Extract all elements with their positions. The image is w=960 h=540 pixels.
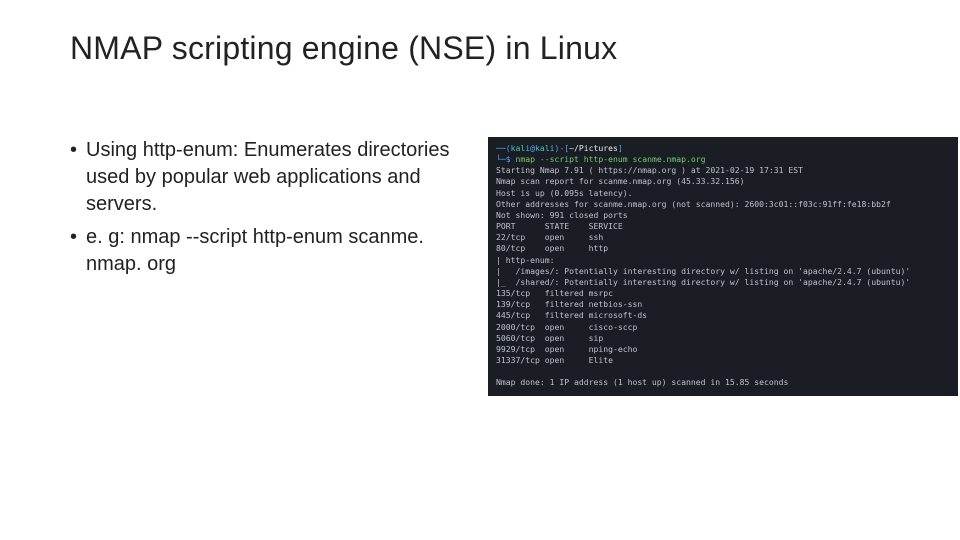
bullet-item: • Using http-enum: Enumerates directorie…	[70, 137, 470, 218]
slide: NMAP scripting engine (NSE) in Linux • U…	[0, 0, 960, 540]
bullet-text: e. g: nmap --script http-enum scanme. nm…	[86, 224, 470, 278]
bullet-list: • Using http-enum: Enumerates directorie…	[70, 137, 470, 284]
slide-title: NMAP scripting engine (NSE) in Linux	[70, 30, 900, 67]
bullet-dot: •	[70, 224, 86, 278]
terminal-output: ──(kali@kali)-[~/Pictures] └─$ nmap --sc…	[488, 137, 958, 396]
slide-body: • Using http-enum: Enumerates directorie…	[70, 137, 900, 396]
bullet-dot: •	[70, 137, 86, 218]
bullet-text: Using http-enum: Enumerates directories …	[86, 137, 470, 218]
bullet-item: • e. g: nmap --script http-enum scanme. …	[70, 224, 470, 278]
terminal-wrap: ──(kali@kali)-[~/Pictures] └─$ nmap --sc…	[488, 137, 958, 396]
